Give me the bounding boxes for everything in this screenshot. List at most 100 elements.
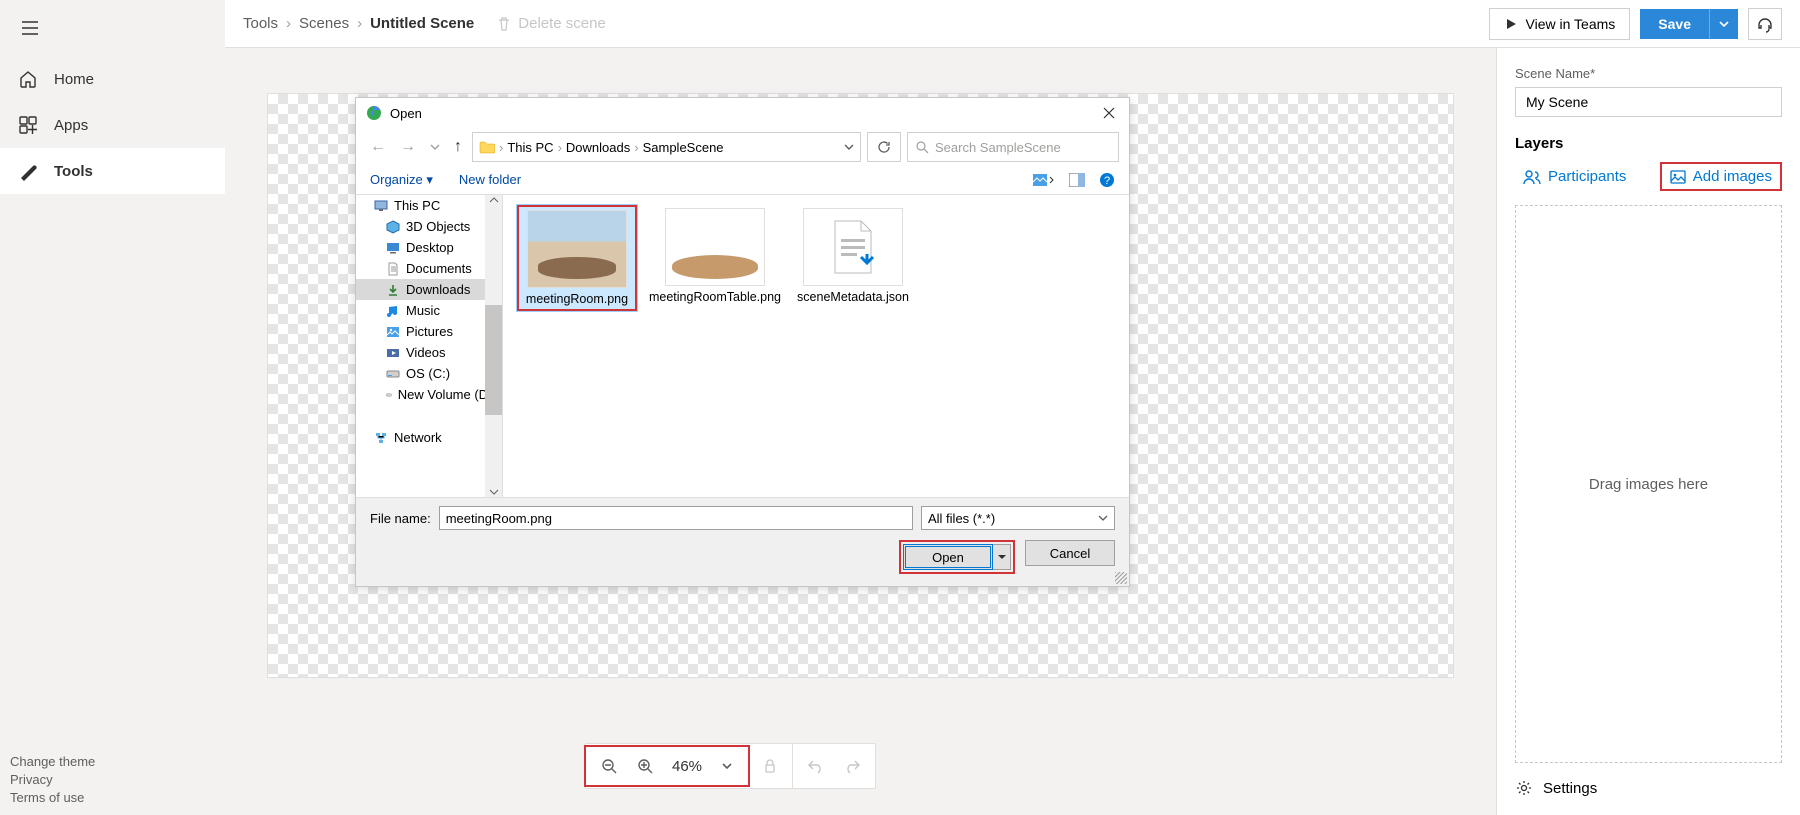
breadcrumb: Tools › Scenes › Untitled Scene: [243, 15, 474, 32]
nav-forward-button[interactable]: →: [396, 134, 420, 160]
svg-text:?: ?: [1104, 175, 1110, 187]
edge-icon: [366, 105, 382, 121]
organize-button[interactable]: Organize ▾: [370, 172, 433, 188]
breadcrumb-item[interactable]: Scenes: [299, 15, 349, 32]
filetype-label: All files (*.*): [928, 511, 995, 526]
view-in-teams-button[interactable]: View in Teams: [1489, 8, 1631, 40]
tree-item[interactable]: 3D Objects: [356, 216, 502, 237]
layers-title: Layers: [1515, 135, 1782, 152]
filetype-select[interactable]: All files (*.*): [921, 506, 1115, 530]
sidebar-item-tools[interactable]: Tools: [0, 148, 225, 194]
chevron-down-icon: [844, 142, 854, 152]
tree-item[interactable]: Desktop: [356, 237, 502, 258]
save-button[interactable]: Save: [1640, 9, 1709, 39]
preview-pane-button[interactable]: [1069, 173, 1085, 187]
dialog-close-button[interactable]: [1099, 103, 1119, 123]
tree-item[interactable]: OS (C:): [356, 363, 502, 384]
nav-recent-button[interactable]: [426, 138, 444, 156]
file-item[interactable]: sceneMetadata.json: [793, 205, 913, 307]
zoom-controls: 46%: [584, 745, 750, 787]
image-drop-zone[interactable]: Drag images here: [1515, 205, 1782, 763]
scene-name-label: Scene Name*: [1515, 66, 1782, 81]
tools-icon: [18, 161, 38, 181]
help-button[interactable]: ?: [1099, 172, 1115, 188]
participants-tab[interactable]: Participants: [1515, 162, 1634, 191]
folder-icon: [479, 140, 495, 154]
filename-input[interactable]: [439, 506, 913, 530]
zoom-dropdown-button[interactable]: [720, 759, 734, 773]
tree-item-label: 3D Objects: [406, 219, 470, 234]
tree-scrollbar[interactable]: [485, 195, 502, 497]
scrollbar-thumb[interactable]: [485, 305, 502, 415]
headset-icon: [1756, 15, 1774, 33]
tree-item-label: OS (C:): [406, 366, 450, 381]
open-button[interactable]: Open: [903, 544, 993, 570]
help-icon: ?: [1099, 172, 1115, 188]
file-item[interactable]: meetingRoomTable.png: [655, 205, 775, 307]
sidebar-item-apps[interactable]: Apps: [0, 102, 225, 148]
save-dropdown-button[interactable]: [1709, 9, 1738, 39]
folder-tree[interactable]: This PC 3D Objects DesktopDocuments Downloa…: [356, 195, 503, 497]
view-mode-button[interactable]: [1033, 172, 1055, 188]
open-dropdown-button[interactable]: [993, 544, 1011, 570]
participants-label: Participants: [1548, 168, 1626, 185]
zoom-out-button[interactable]: [600, 757, 618, 775]
zoom-in-button[interactable]: [636, 757, 654, 775]
tree-item[interactable]: This PC: [356, 195, 502, 216]
file-item[interactable]: meetingRoom.png: [517, 205, 637, 311]
lock-button: [762, 758, 778, 774]
sidebar-item-label: Apps: [54, 117, 88, 134]
file-name-label: meetingRoomTable.png: [649, 290, 781, 304]
tree-item[interactable]: Videos: [356, 342, 502, 363]
chevron-up-icon: [489, 195, 499, 205]
file-name-label: meetingRoom.png: [526, 292, 628, 306]
settings-button[interactable]: Settings: [1515, 763, 1782, 797]
home-icon: [18, 69, 38, 89]
chevron-down-icon: [489, 487, 499, 497]
path-segment[interactable]: SampleScene: [643, 140, 724, 155]
address-bar[interactable]: › This PC › Downloads › SampleScene: [472, 132, 861, 162]
breadcrumb-item[interactable]: Tools: [243, 15, 278, 32]
redo-button: [843, 757, 861, 775]
file-list[interactable]: meetingRoom.pngmeetingRoomTable.pngscene…: [503, 195, 1129, 497]
close-icon: [1103, 107, 1115, 119]
undo-button: [807, 757, 825, 775]
footer-terms[interactable]: Terms of use: [10, 790, 95, 805]
path-dropdown-button[interactable]: [844, 142, 854, 152]
footer-privacy[interactable]: Privacy: [10, 772, 95, 787]
bottom-toolbar: 46%: [585, 743, 876, 789]
image-icon: [1670, 169, 1686, 185]
delete-scene-label: Delete scene: [518, 15, 606, 32]
tree-item[interactable]: Music: [356, 300, 502, 321]
tree-item-label: Videos: [406, 345, 446, 360]
nav-up-button[interactable]: ↑: [450, 134, 466, 160]
resize-grip[interactable]: [1115, 572, 1127, 584]
nav-back-button[interactable]: ←: [366, 134, 390, 160]
add-images-tab[interactable]: Add images: [1660, 162, 1782, 191]
hamburger-icon: [20, 18, 40, 38]
cancel-button[interactable]: Cancel: [1025, 540, 1115, 566]
tree-item-label: Network: [394, 430, 442, 445]
path-segment[interactable]: Downloads: [566, 140, 630, 155]
search-input[interactable]: Search SampleScene: [907, 132, 1119, 162]
view-in-teams-label: View in Teams: [1526, 16, 1616, 32]
tree-item[interactable]: Network: [356, 427, 502, 448]
footer-change-theme[interactable]: Change theme: [10, 754, 95, 769]
tree-item-label: New Volume (D:): [398, 387, 496, 402]
refresh-button[interactable]: [867, 132, 901, 162]
breadcrumb-current: Untitled Scene: [370, 15, 474, 32]
tree-item[interactable]: Documents: [356, 258, 502, 279]
sidebar-item-home[interactable]: Home: [0, 56, 225, 102]
tree-item[interactable]: New Volume (D:): [356, 384, 502, 405]
tree-item-label: Downloads: [406, 282, 470, 297]
tree-item[interactable]: Pictures: [356, 321, 502, 342]
new-folder-button[interactable]: New folder: [459, 172, 521, 188]
support-button[interactable]: [1748, 8, 1782, 40]
scene-name-input[interactable]: [1515, 87, 1782, 117]
save-button-group: Save: [1640, 9, 1738, 39]
path-segment[interactable]: This PC: [507, 140, 553, 155]
participants-icon: [1523, 168, 1541, 186]
delete-scene-button[interactable]: Delete scene: [496, 15, 606, 32]
tree-item[interactable]: Downloads: [356, 279, 502, 300]
hamburger-button[interactable]: [0, 0, 225, 56]
